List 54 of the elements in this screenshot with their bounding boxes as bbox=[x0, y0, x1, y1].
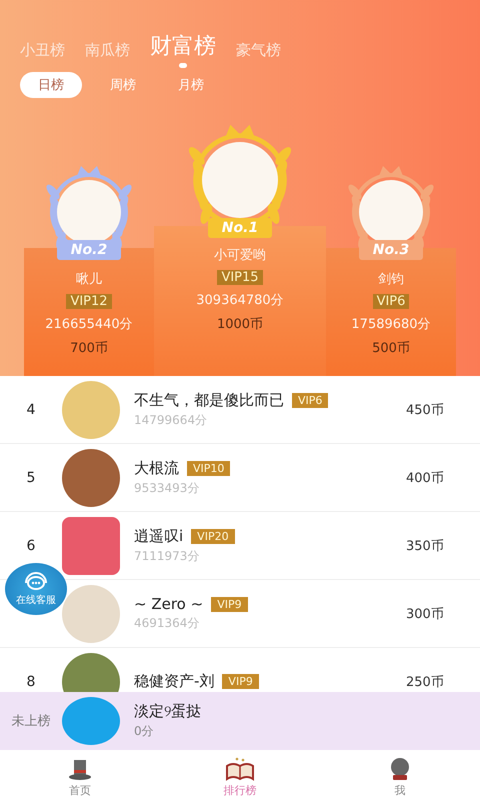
vip-badge: VIP6 bbox=[372, 294, 410, 309]
user-name: 啾儿 bbox=[76, 271, 102, 288]
period-tab[interactable]: 日榜 bbox=[20, 72, 82, 98]
avatar bbox=[62, 516, 120, 574]
user-name: 稳健资产-刘 bbox=[134, 672, 214, 691]
rank-ribbon: No.3 bbox=[358, 240, 424, 260]
user-name: 剑钧 bbox=[378, 271, 404, 288]
vip-badge: VIP12 bbox=[66, 294, 112, 309]
coin-amount: 300币 bbox=[406, 606, 445, 622]
rank-number: 5 bbox=[26, 470, 36, 486]
user-name: 大根流 bbox=[134, 458, 179, 478]
rank-number: 4 bbox=[26, 402, 36, 418]
rank-ribbon: No.2 bbox=[56, 240, 122, 260]
coin-amount: 250币 bbox=[406, 674, 445, 690]
score: 216655440分 bbox=[45, 316, 133, 333]
category-tab[interactable]: 财富榜 bbox=[150, 34, 216, 68]
vip-badge: VIP10 bbox=[187, 460, 230, 476]
coin-amount: 400币 bbox=[406, 470, 445, 486]
score: 17589680分 bbox=[351, 316, 431, 333]
score: 9533493分 bbox=[134, 480, 200, 496]
user-name: 淡定୨蛋挞 bbox=[134, 702, 202, 721]
category-tab[interactable]: 小丑榜 bbox=[20, 41, 65, 60]
user-name: 不生气，都是傻比而已 bbox=[134, 390, 284, 410]
score: 309364780分 bbox=[196, 292, 284, 309]
user-name: 逍遥叹i bbox=[134, 526, 184, 546]
headset-chat-icon bbox=[22, 571, 50, 593]
period-tab[interactable]: 周榜 bbox=[96, 72, 150, 98]
rank-ribbon: No.1 bbox=[208, 218, 272, 238]
coin-amount: 500币 bbox=[372, 340, 410, 357]
nav-tab[interactable]: 我 bbox=[320, 750, 480, 800]
score: 14799664分 bbox=[134, 412, 208, 428]
rank-number: 6 bbox=[26, 538, 36, 554]
book-icon bbox=[225, 756, 255, 782]
coin-amount: 700币 bbox=[70, 340, 108, 357]
nav-tab[interactable]: 排行榜 bbox=[160, 750, 320, 800]
vip-badge: VIP9 bbox=[211, 596, 248, 612]
coin-amount: 350币 bbox=[406, 538, 445, 554]
user-name: ~ Zero ~ bbox=[134, 595, 204, 613]
coin-amount: 450币 bbox=[406, 402, 445, 418]
rank-number: 8 bbox=[26, 674, 36, 690]
period-tab[interactable]: 月榜 bbox=[164, 72, 218, 98]
vip-badge: VIP6 bbox=[292, 392, 328, 408]
score: 7111973分 bbox=[134, 548, 200, 564]
rank-status: 未上榜 bbox=[10, 713, 52, 730]
vip-badge: VIP15 bbox=[217, 270, 263, 285]
score: 4691364分 bbox=[134, 615, 200, 632]
category-tab[interactable]: 豪气榜 bbox=[236, 41, 281, 60]
nav-tab[interactable]: 首页 bbox=[0, 750, 160, 800]
vip-badge: VIP9 bbox=[222, 674, 259, 689]
score: 0分 bbox=[134, 723, 155, 740]
user-name: 小可爱哟 bbox=[214, 247, 266, 264]
category-tab[interactable]: 南瓜榜 bbox=[85, 41, 130, 60]
coin-amount: 1000币 bbox=[216, 316, 264, 333]
vip-badge: VIP20 bbox=[191, 528, 235, 544]
